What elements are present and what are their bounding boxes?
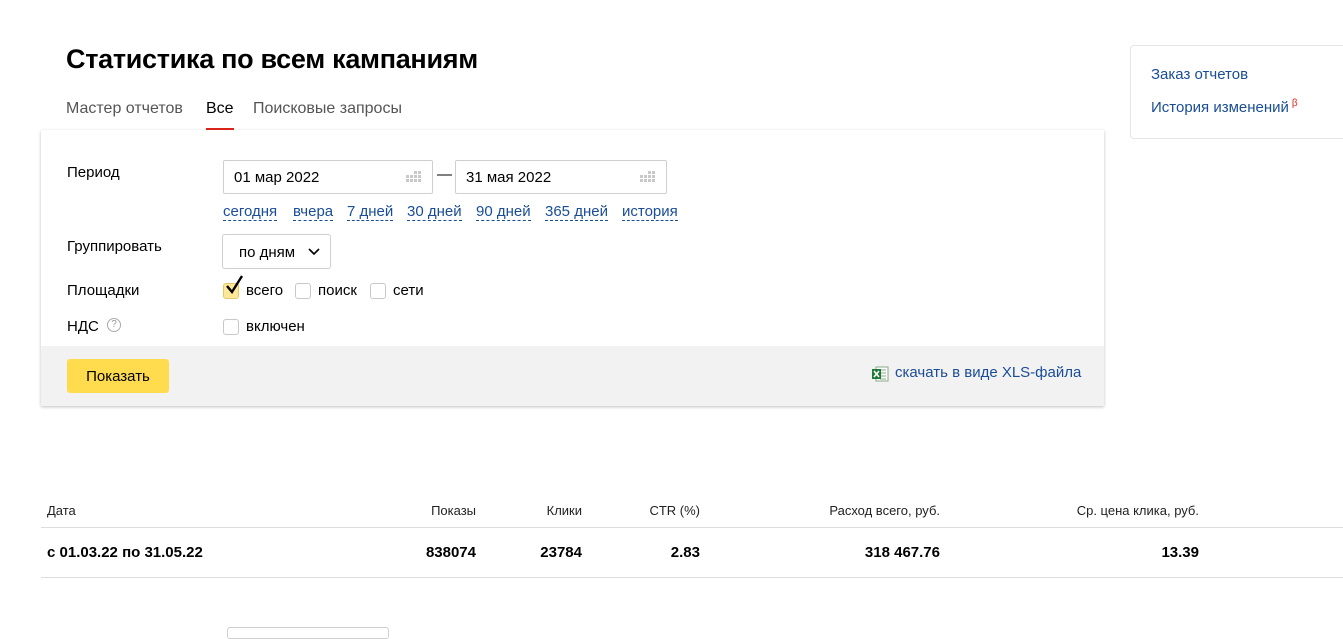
platforms-label: Площадки <box>67 282 140 299</box>
table-header: Дата Показы Клики CTR (%) Расход всего, … <box>41 493 1343 528</box>
calendar-icon[interactable] <box>640 171 658 185</box>
vat-checkbox[interactable] <box>223 319 239 335</box>
change-history-label: История изменений <box>1151 99 1289 116</box>
platform-search-checkbox[interactable] <box>295 283 311 299</box>
header-spend[interactable]: Расход всего, руб. <box>829 503 940 518</box>
cell-date: с 01.03.22 по 31.05.22 <box>47 544 203 561</box>
quick-period-30-days[interactable]: 30 дней <box>407 203 462 221</box>
help-icon[interactable]: ? <box>107 318 121 332</box>
quick-period-history[interactable]: история <box>622 203 678 221</box>
table-row: с 01.03.22 по 31.05.22 838074 23784 2.83… <box>41 528 1343 578</box>
quick-period-yesterday[interactable]: вчера <box>293 203 334 221</box>
quick-period-7-days[interactable]: 7 дней <box>347 203 394 221</box>
change-history-link[interactable]: История изменений β <box>1151 98 1298 116</box>
group-select[interactable]: по дням <box>222 234 331 269</box>
download-xls-link[interactable]: скачать в виде XLS-файла <box>895 364 1081 381</box>
date-to-input[interactable]: 31 мая 2022 <box>455 160 667 194</box>
date-range-separator: — <box>437 166 452 183</box>
tab-all[interactable]: Все <box>206 100 234 130</box>
platform-all-checkbox[interactable] <box>223 275 244 299</box>
platform-networks-checkbox[interactable] <box>370 283 386 299</box>
cell-clicks: 23784 <box>540 544 582 561</box>
date-from-value: 01 мар 2022 <box>234 169 320 186</box>
cell-spend: 318 467.76 <box>864 544 940 561</box>
cell-cpc: 13.39 <box>1161 544 1199 561</box>
platform-all-label: всего <box>246 282 284 299</box>
vat-label: НДС <box>67 318 99 335</box>
partial-button[interactable] <box>227 627 389 639</box>
header-date[interactable]: Дата <box>47 503 76 518</box>
report-settings-panel: Период 01 мар 2022 — 31 мая 2022 сегодня… <box>41 130 1104 406</box>
vat-option-label: включен <box>246 318 305 335</box>
panel-footer: Показать скачать в виде XLS-файла <box>41 346 1104 406</box>
group-select-value: по дням <box>239 244 296 261</box>
period-label: Период <box>67 164 120 181</box>
header-ctr[interactable]: CTR (%) <box>649 503 700 518</box>
tab-search-queries[interactable]: Поисковые запросы <box>253 100 402 118</box>
calendar-icon[interactable] <box>406 171 424 185</box>
quick-period-365-days[interactable]: 365 дней <box>545 203 608 221</box>
show-button[interactable]: Показать <box>67 359 169 393</box>
excel-icon[interactable] <box>871 365 889 383</box>
header-impressions[interactable]: Показы <box>431 503 476 518</box>
platform-search-label: поиск <box>318 282 357 299</box>
cell-ctr: 2.83 <box>670 544 700 561</box>
date-from-input[interactable]: 01 мар 2022 <box>223 160 433 194</box>
checkmark-icon <box>226 275 244 295</box>
group-label: Группировать <box>67 238 162 255</box>
quick-period-today[interactable]: сегодня <box>223 203 278 221</box>
header-cpc[interactable]: Ср. цена клика, руб. <box>1077 503 1199 518</box>
date-to-value: 31 мая 2022 <box>466 169 552 186</box>
side-links-box: Заказ отчетов История изменений β <box>1130 45 1343 139</box>
quick-period-90-days[interactable]: 90 дней <box>476 203 531 221</box>
tab-report-wizard[interactable]: Мастер отчетов <box>66 100 183 118</box>
header-clicks[interactable]: Клики <box>547 503 582 518</box>
page-title: Статистика по всем кампаниям <box>66 44 478 74</box>
beta-badge: β <box>1291 98 1298 109</box>
cell-impressions: 838074 <box>425 544 476 561</box>
order-reports-link[interactable]: Заказ отчетов <box>1151 66 1248 83</box>
chevron-down-icon <box>308 248 320 256</box>
platform-networks-label: сети <box>393 282 424 299</box>
